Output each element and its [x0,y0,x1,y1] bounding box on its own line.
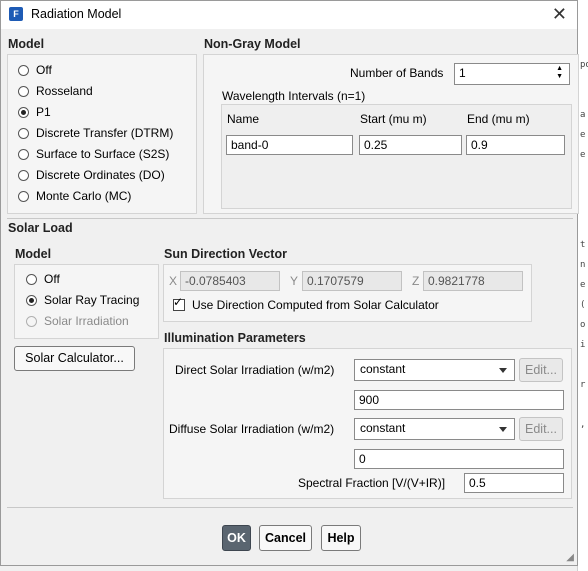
number-of-bands-spinner[interactable]: 1 ▲ ▼ [454,63,570,85]
direct-method-value: constant [360,362,406,376]
direct-irradiation-label: Direct Solar Irradiation (w/m2) [175,363,335,377]
nongray-group: Number of Bands 1 ▲ ▼ Wavelength Interval… [203,54,579,214]
number-of-bands-value: 1 [459,66,466,80]
diffuse-irradiation-label: Diffuse Solar Irradiation (w/m2) [169,422,335,436]
chevron-down-icon [499,427,507,432]
resize-grip-icon[interactable]: ◢ [566,552,574,563]
illumination-heading: Illumination Parameters [164,331,306,345]
model-option-label: Monte Carlo (MC) [36,189,132,203]
number-of-bands-label: Number of Bands [350,66,444,80]
col-name-header: Name [227,112,260,126]
model-option-1[interactable]: Rosseland [18,82,93,100]
solar-model-option-label: Solar Irradiation [44,314,129,328]
z-label: Z [412,274,420,288]
radio-button-icon[interactable] [18,169,29,181]
sun-direction-group: X -0.0785403 Y 0.1707579 Z 0.9821778 ✓ U… [163,264,532,322]
radiation-model-dialog: F Radiation Model ✕ Model Off Rosseland P1… [0,0,579,566]
model-option-label: Rosseland [36,84,93,98]
z-value-field: 0.9821778 [423,271,523,291]
model-option-6[interactable]: Monte Carlo (MC) [18,187,131,205]
col-start-header: Start (mu m) [360,112,427,126]
solar-model-option-label: Solar Ray Tracing [44,293,140,307]
radio-button-icon[interactable] [18,148,29,160]
radio-button-icon[interactable] [18,127,29,139]
model-option-5[interactable]: Discrete Ordinates (DO) [18,166,165,184]
model-heading: Model [8,37,45,51]
model-option-label: Off [36,63,52,77]
band-end-input[interactable]: 0.9 [466,135,565,155]
check-icon: ✓ [173,295,184,309]
x-label: X [169,274,178,288]
wavelength-table: Name Start (mu m) End (mu m) band-0 0.25… [221,104,572,209]
solar-model-group: Off Solar Ray Tracing Solar Irradiation [14,264,159,339]
model-option-2[interactable]: P1 [18,103,51,121]
close-icon[interactable]: ✕ [552,4,567,25]
model-option-3[interactable]: Discrete Transfer (DTRM) [18,124,173,142]
use-calculator-checkbox[interactable]: ✓ [173,295,185,311]
model-option-label: Discrete Ordinates (DO) [36,168,165,182]
model-option-label: P1 [36,105,51,119]
diffuse-method-value: constant [360,421,406,435]
help-button[interactable]: Help [321,525,361,551]
diffuse-value-input[interactable]: 0 [354,449,564,469]
x-value-field: -0.0785403 [180,271,280,291]
model-option-label: Discrete Transfer (DTRM) [36,126,174,140]
radio-button-icon[interactable] [26,294,37,306]
solar-model-option-1[interactable]: Solar Ray Tracing [26,291,139,309]
solar-model-option-0[interactable]: Off [26,270,60,288]
use-calculator-label: Use Direction Computed from Solar Calcul… [192,298,439,312]
radio-button-icon[interactable] [26,273,37,285]
diffuse-edit-button[interactable]: Edit... [519,417,563,441]
solar-model-heading: Model [15,247,52,261]
section-divider [7,218,573,219]
title-bar: F Radiation Model ✕ [1,1,577,29]
band-name-input[interactable]: band-0 [226,135,353,155]
radio-button-icon[interactable] [18,106,29,118]
cancel-button[interactable]: Cancel [259,525,312,551]
solar-load-heading: Solar Load [8,221,73,235]
solar-model-option-label: Off [44,272,60,286]
col-end-header: End (mu m) [467,112,530,126]
model-option-0[interactable]: Off [18,61,52,79]
direct-method-dropdown[interactable]: constant [354,359,515,381]
ok-button[interactable]: OK [222,525,251,551]
direct-value-input[interactable]: 900 [354,390,564,410]
model-option-4[interactable]: Surface to Surface (S2S) [18,145,169,163]
spectral-fraction-label: Spectral Fraction [V/(V+IR)] [298,476,446,490]
direct-edit-button[interactable]: Edit... [519,358,563,382]
radio-button-icon [26,315,37,327]
solar-calculator-button[interactable]: Solar Calculator... [14,346,135,371]
footer-divider [7,507,573,508]
wavelength-intervals-label: Wavelength Intervals (n=1) [222,89,366,103]
app-logo-icon: F [9,7,23,21]
band-start-input[interactable]: 0.25 [359,135,462,155]
y-label: Y [290,274,299,288]
solar-model-option-2: Solar Irradiation [26,312,129,330]
radio-button-icon[interactable] [18,64,29,76]
model-group: Off Rosseland P1 Discrete Transfer (DTRM) Su… [7,54,197,214]
spectral-fraction-input[interactable]: 0.5 [464,473,564,493]
radio-button-icon[interactable] [18,85,29,97]
sun-direction-heading: Sun Direction Vector [164,247,287,261]
dialog-title: Radiation Model [31,7,122,21]
nongray-heading: Non-Gray Model [204,37,301,51]
model-option-label: Surface to Surface (S2S) [36,147,170,161]
diffuse-method-dropdown[interactable]: constant [354,418,515,440]
chevron-down-icon [499,368,507,373]
illumination-group: Direct Solar Irradiation (w/m2) constant… [163,348,572,499]
y-value-field: 0.1707579 [302,271,402,291]
spinner-arrows-icon[interactable]: ▲ ▼ [556,65,563,81]
radio-button-icon[interactable] [18,190,29,202]
